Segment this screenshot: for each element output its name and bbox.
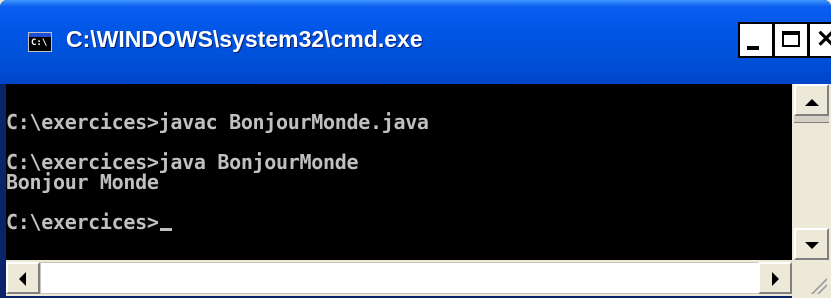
vertical-scrollbar[interactable] xyxy=(792,84,831,260)
horizontal-scrollbar[interactable] xyxy=(6,260,792,296)
title-bar[interactable]: C:\ C:\WINDOWS\system32\cmd.exe ✕ xyxy=(0,0,831,84)
cmd-app-icon[interactable]: C:\ xyxy=(28,32,52,52)
console-text: C:\exercices>javac BonjourMonde.java C:\… xyxy=(6,92,429,232)
horizontal-scroll-thumb[interactable] xyxy=(40,262,760,294)
maximize-button[interactable] xyxy=(773,22,809,58)
scroll-right-button[interactable] xyxy=(758,262,792,294)
console-output-area[interactable]: C:\exercices>javac BonjourMonde.java C:\… xyxy=(6,84,792,260)
arrow-up-icon xyxy=(805,92,819,106)
scroll-down-button[interactable] xyxy=(794,228,829,260)
window-title: C:\WINDOWS\system32\cmd.exe xyxy=(66,26,423,52)
minimize-button[interactable] xyxy=(738,22,774,58)
arrow-left-icon xyxy=(12,272,26,286)
app-icon-label: C:\ xyxy=(31,38,48,48)
console-line: Bonjour Monde xyxy=(6,170,159,194)
arrow-down-icon xyxy=(805,242,819,256)
arrow-right-icon xyxy=(772,272,786,286)
resize-grip-icon xyxy=(809,276,827,294)
close-button[interactable]: ✕ xyxy=(808,22,831,58)
minimize-icon xyxy=(747,46,759,50)
scroll-up-button[interactable] xyxy=(794,84,829,116)
vertical-scroll-thumb[interactable] xyxy=(794,116,829,123)
resize-grip[interactable] xyxy=(792,260,831,298)
console-window: C:\ C:\WINDOWS\system32\cmd.exe ✕ C:\exe… xyxy=(0,0,831,298)
text-cursor xyxy=(159,228,172,231)
scroll-left-button[interactable] xyxy=(6,262,40,294)
close-icon: ✕ xyxy=(816,26,831,53)
console-line: C:\exercices>javac BonjourMonde.java xyxy=(6,110,429,134)
maximize-icon xyxy=(782,31,800,47)
console-prompt-line: C:\exercices> xyxy=(6,210,159,234)
